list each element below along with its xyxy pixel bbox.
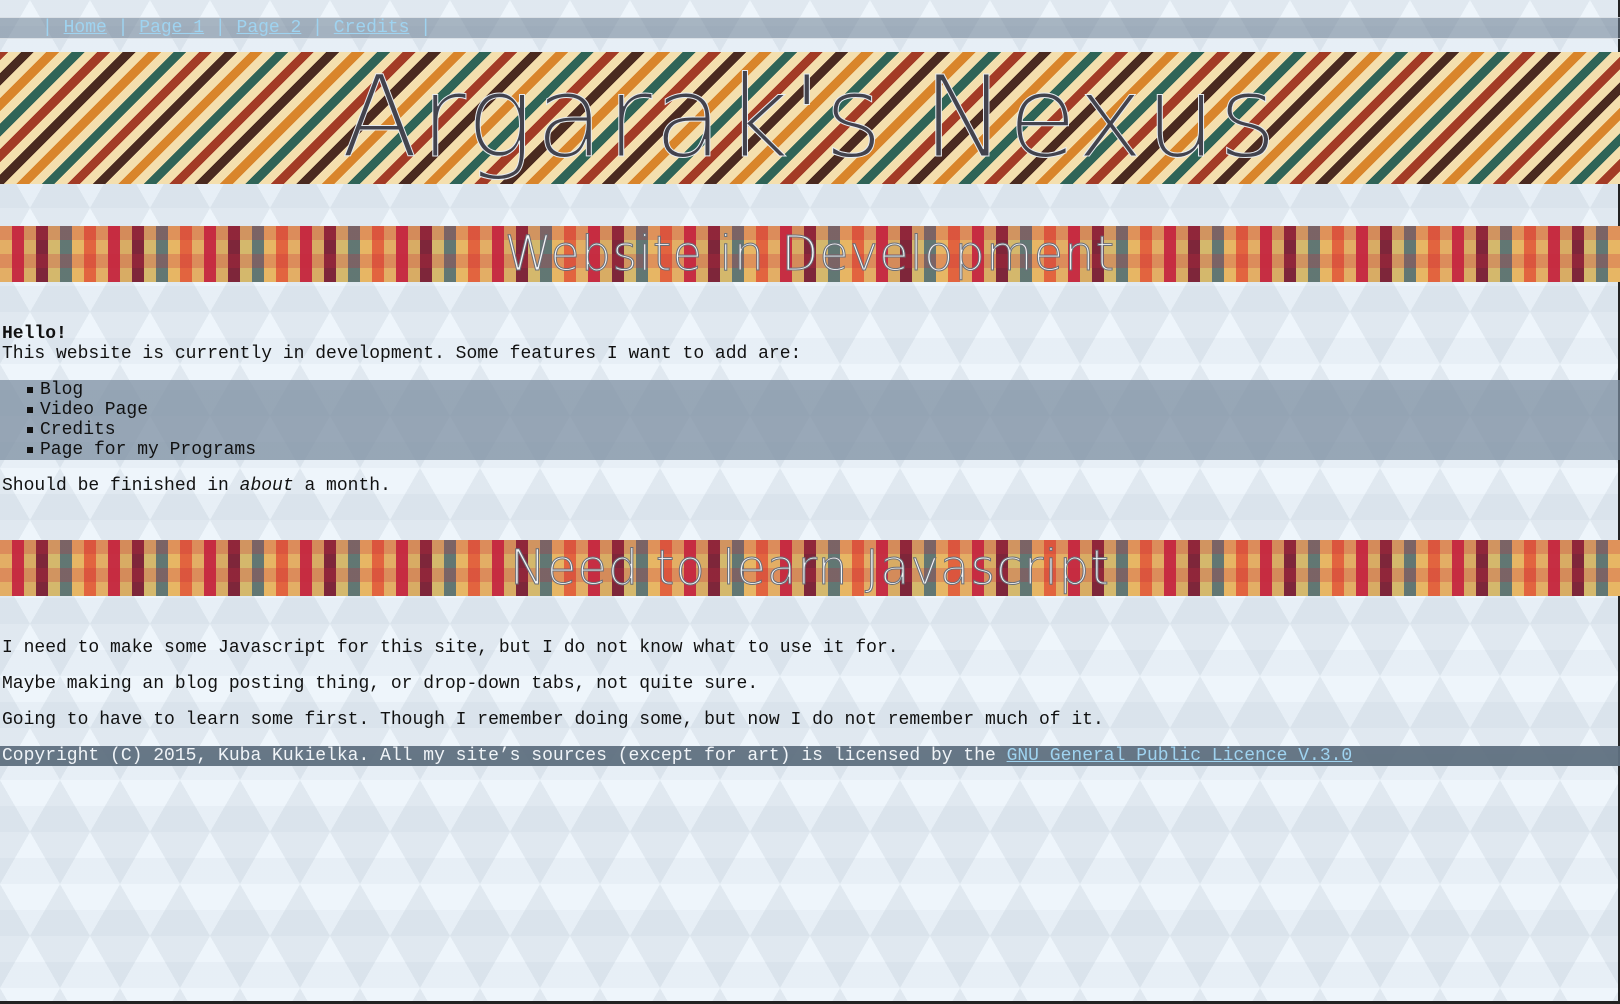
footer: Copyright (C) 2015, Kuba Kukielka. All m… (0, 746, 1620, 766)
nav-separator: | (42, 18, 53, 38)
js-paragraph-2: Maybe making an blog posting thing, or d… (2, 674, 759, 694)
finish-text-before: Should be finished in (2, 476, 240, 496)
nav-separator: | (420, 18, 432, 38)
list-item-label: Credits (40, 420, 116, 440)
license-link[interactable]: GNU General Public Licence V.3.0 (1007, 746, 1353, 766)
bullet-icon (27, 407, 33, 413)
nav-link-page-2[interactable]: Page 2 (237, 18, 302, 38)
feature-list: Blog Video Page Credits Page for my Prog… (0, 380, 1620, 460)
finish-text-emphasis: about (239, 476, 294, 496)
list-item: Credits (26, 420, 256, 440)
bullet-icon (27, 447, 33, 453)
footer-text: Copyright (C) 2015, Kuba Kukielka. All m… (2, 746, 1352, 766)
finish-text: Should be finished in about a month. (2, 476, 391, 496)
nav-link-page-1[interactable]: Page 1 (139, 18, 204, 38)
list-item-label: Video Page (40, 400, 149, 420)
nav-separator: | (214, 18, 226, 38)
finish-text-after: a month. (293, 476, 391, 496)
nav-separator: | (117, 18, 129, 38)
list-item: Page for my Programs (26, 440, 256, 460)
js-paragraph-1: I need to make some Javascript for this … (2, 638, 899, 658)
list-item-label: Page for my Programs (40, 440, 257, 460)
bullet-icon (27, 387, 33, 393)
nav-link-credits[interactable]: Credits (334, 18, 410, 38)
list-item: Blog (26, 380, 256, 400)
section-heading-javascript: Need to learn Javascript (0, 540, 1620, 596)
top-nav: | Home | Page 1 | Page 2 | Credits | (0, 17, 1620, 39)
section-title-development: Website in Development (504, 226, 1116, 282)
nav-separator: | (312, 18, 323, 38)
section-heading-development: Website in Development (0, 226, 1620, 282)
list-item: Video Page (26, 400, 256, 420)
bullet-icon (27, 427, 33, 433)
site-title: Argarak's Nexus (341, 53, 1279, 184)
intro-text: This website is currently in development… (2, 344, 802, 364)
copyright-text: Copyright (C) 2015, Kuba Kukielka. All m… (2, 746, 1007, 766)
nav-link-home[interactable]: Home (64, 18, 107, 38)
header-banner: Argarak's Nexus (0, 52, 1620, 184)
js-paragraph-3: Going to have to learn some first. Thoug… (2, 710, 1104, 730)
section-title-javascript: Need to learn Javascript (509, 540, 1111, 596)
list-item-label: Blog (40, 380, 84, 400)
nav-links: | Home | Page 1 | Page 2 | Credits | (42, 17, 431, 39)
greeting-text: Hello! (2, 324, 67, 344)
